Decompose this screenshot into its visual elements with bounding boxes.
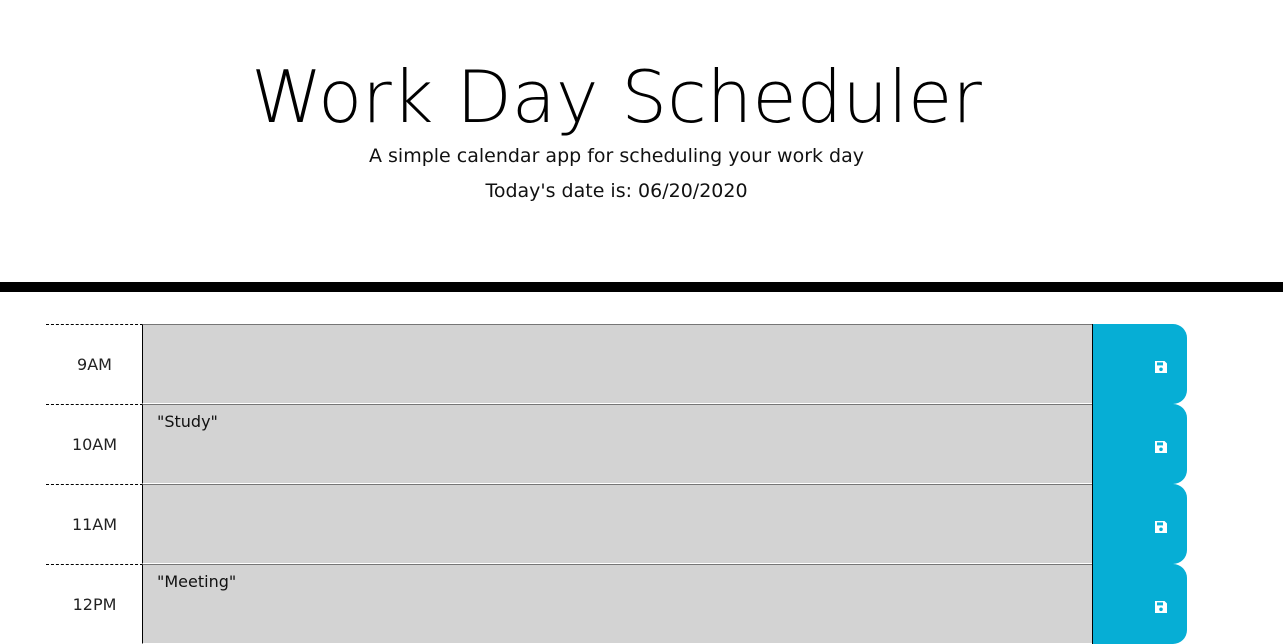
floppy-disk-icon [1155, 441, 1167, 453]
hour-label: 9AM [46, 324, 143, 404]
current-date: Today's date is: 06/20/2020 [485, 180, 748, 202]
time-block-list: 9AM 10AM "Study" 11AM 12PM "Meeting" [46, 324, 1188, 644]
floppy-disk-icon [1155, 521, 1167, 533]
task-input[interactable] [142, 324, 1093, 404]
save-button[interactable] [1092, 484, 1187, 564]
time-block-11am: 11AM [46, 484, 1188, 564]
save-button[interactable] [1092, 564, 1187, 644]
task-input[interactable] [142, 484, 1093, 564]
task-input[interactable]: "Meeting" [142, 564, 1093, 644]
time-block-12pm: 12PM "Meeting" [46, 564, 1188, 644]
save-button[interactable] [1092, 404, 1187, 484]
hour-label: 11AM [46, 484, 143, 564]
task-input[interactable]: "Study" [142, 404, 1093, 484]
page-title: Work Day Scheduler [251, 55, 982, 139]
hour-label: 12PM [46, 564, 143, 644]
header-divider [0, 282, 1283, 292]
hour-label: 10AM [46, 404, 143, 484]
time-block-10am: 10AM "Study" [46, 404, 1188, 484]
time-block-9am: 9AM [46, 324, 1188, 404]
floppy-disk-icon [1155, 601, 1167, 613]
save-button[interactable] [1092, 324, 1187, 404]
floppy-disk-icon [1155, 361, 1167, 373]
header: Work Day Scheduler A simple calendar app… [0, 0, 1283, 282]
page-subtitle: A simple calendar app for scheduling you… [368, 145, 865, 167]
